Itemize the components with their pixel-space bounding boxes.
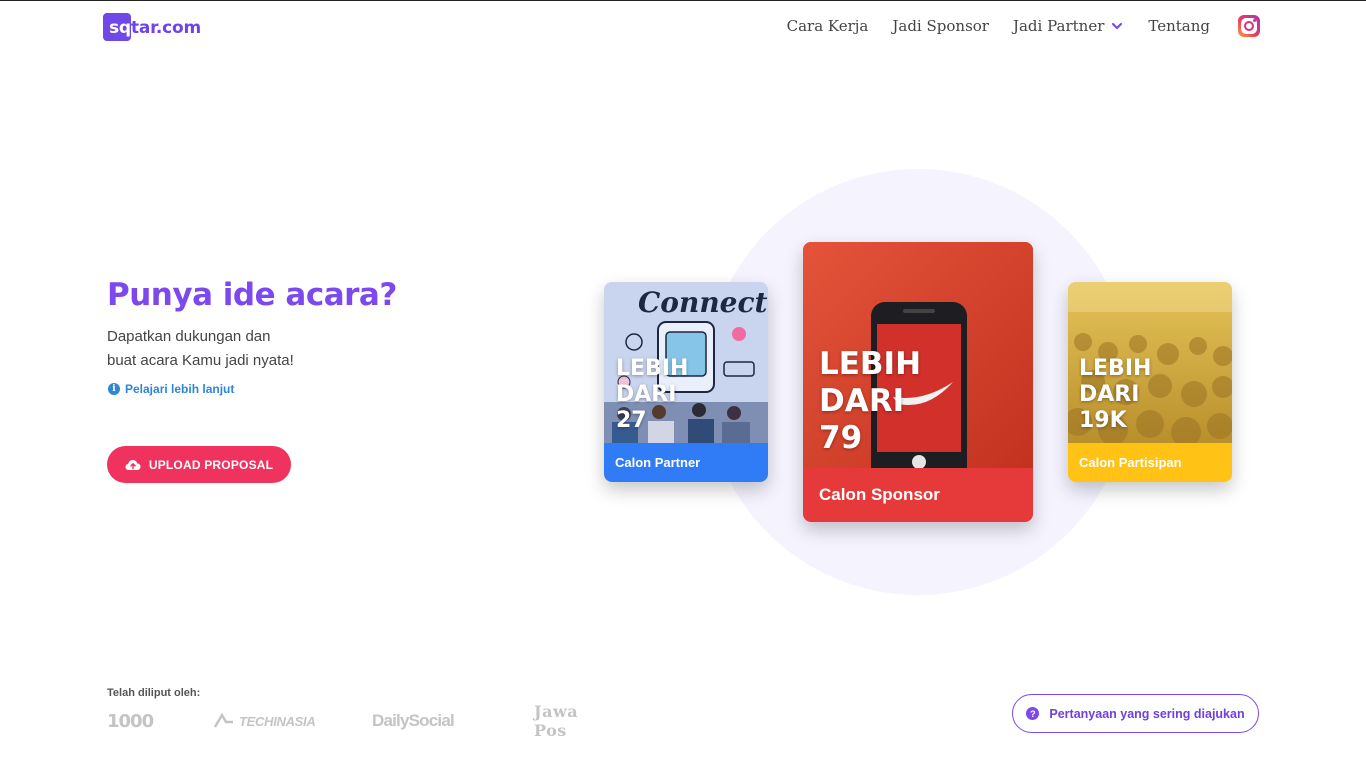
press-logo-techinasia: TECHINASIA [213,707,316,735]
card-label: Calon Partner [604,443,768,482]
top-nav: sqtar.com Cara Kerja Jadi Sponsor Jadi P… [0,1,1366,57]
card-label: Calon Sponsor [803,468,1033,522]
nav-item-jadi-sponsor[interactable]: Jadi Sponsor [892,17,989,35]
stat-line1: LEBIH [616,356,689,381]
stat-line2: DARI [819,383,905,419]
question-icon: ? [1026,707,1040,720]
logo-text: sqtar.com [109,18,201,38]
faq-button[interactable]: ? Pertanyaan yang sering diajukan [1012,694,1259,733]
hero-subtitle: Dapatkan dukungan dan buat acara Kamu ja… [107,325,387,373]
instagram-icon[interactable] [1238,15,1260,37]
card-calon-partisipan[interactable]: LEBIH DARI 19K Calon Partisipan [1068,282,1232,482]
hero-subtitle-line2: buat acara Kamu jadi nyata! [107,352,294,369]
press-logo-dailysocial: DailySocial [372,711,455,730]
upload-proposal-button[interactable]: UPLOAD PROPOSAL [107,446,291,483]
stat-line2: DARI [616,382,677,407]
card-calon-partner[interactable]: Connect LEBIH DARI 27 Calon Partner [604,282,768,482]
card-stat: LEBIH DARI 19K [1079,356,1151,434]
info-icon: i [108,383,120,395]
card-stat: LEBIH DARI 79 [819,346,921,457]
learn-more-link[interactable]: i Pelajari lebih lanjut [108,382,234,396]
stat-line2: DARI [1079,382,1140,407]
card-stat: LEBIH DARI 27 [616,356,688,434]
stat-line1: LEBIH [819,346,922,382]
upload-proposal-label: UPLOAD PROPOSAL [148,457,274,472]
learn-more-label: Pelajari lebih lanjut [125,382,235,396]
nav-item-label: Jadi Partner [1012,17,1105,35]
stat-value: 79 [819,420,863,456]
svg-text:Connect: Connect [638,286,768,319]
stat-line1: LEBIH [1079,356,1152,381]
techinasia-icon [213,713,233,728]
chevron-down-icon [1112,22,1123,30]
nav-item-tentang[interactable]: Tentang [1148,17,1210,35]
stat-value: 27 [616,408,647,433]
faq-label: Pertanyaan yang sering diajukan [1049,706,1245,721]
press-logo-jawapos: Jawa Pos [534,702,579,740]
nav-item-cara-kerja[interactable]: Cara Kerja [787,17,869,35]
covered-by-label: Telah diliput oleh: [107,687,201,699]
card-calon-sponsor[interactable]: LEBIH DARI 79 Calon Sponsor [803,242,1033,522]
card-label: Calon Partisipan [1068,443,1232,482]
press-logo-1000: 1000 [107,710,154,732]
stat-value: 19K [1079,408,1127,433]
site-logo[interactable]: sqtar.com [103,13,201,43]
press-logo-label: TECHINASIA [239,713,316,729]
hero-title: Punya ide acara? [107,277,397,313]
cloud-upload-icon [125,459,141,470]
hero-subtitle-line1: Dapatkan dukungan dan [107,328,271,345]
nav-item-jadi-partner[interactable]: Jadi Partner [1013,17,1124,35]
nav-links: Cara Kerja Jadi Sponsor Jadi Partner Ten… [787,15,1260,37]
